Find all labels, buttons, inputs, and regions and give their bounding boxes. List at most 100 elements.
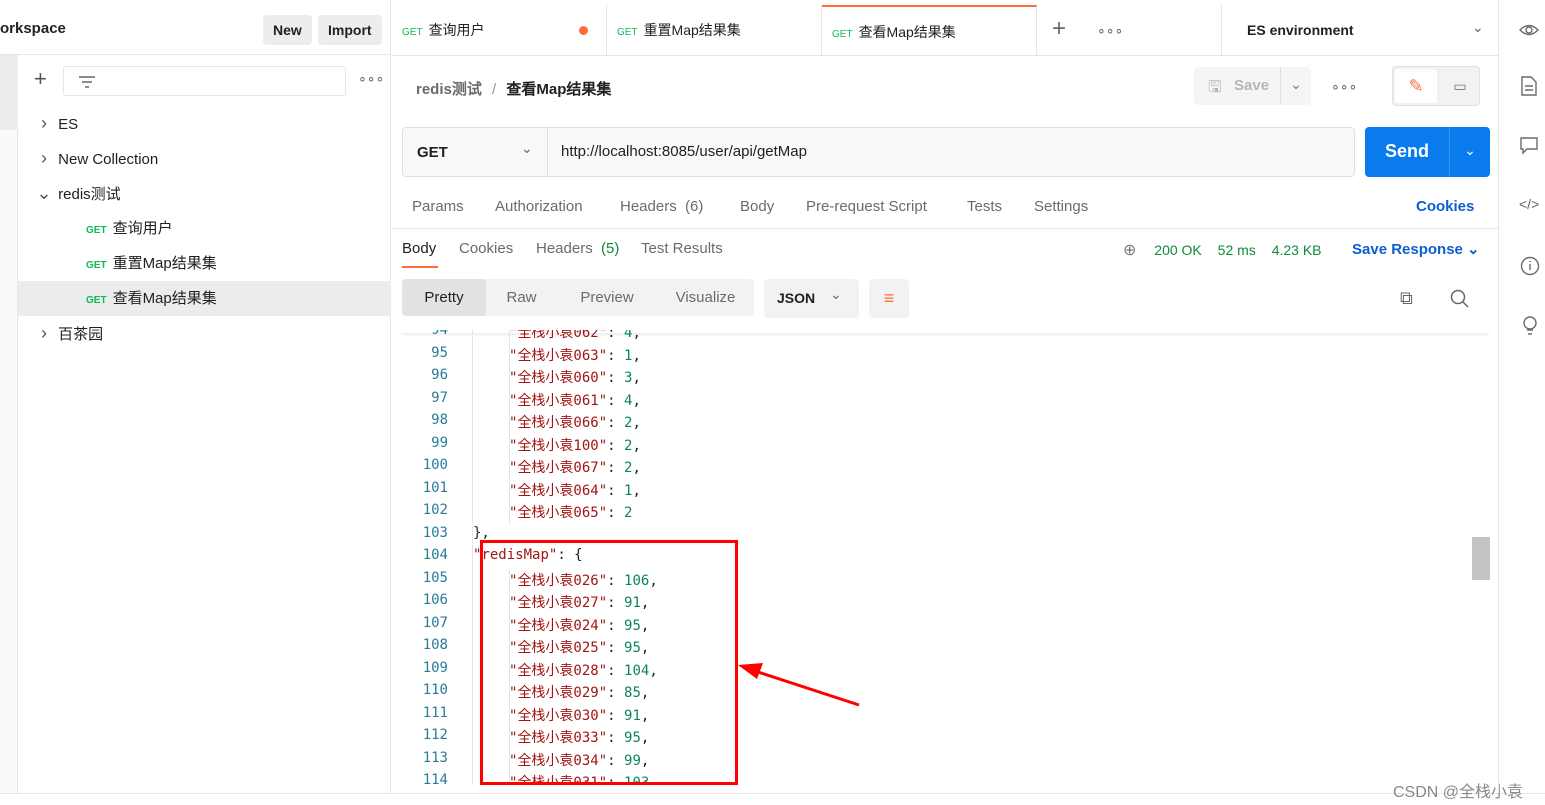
- method-badge: GET: [832, 29, 853, 40]
- indent-guide: [509, 502, 510, 525]
- tab-item[interactable]: GET 查询用户: [392, 5, 607, 56]
- import-button[interactable]: Import: [318, 15, 382, 45]
- sidebar-item[interactable]: › 百茶园: [18, 316, 391, 351]
- document-icon[interactable]: [1521, 76, 1537, 96]
- line-number: 108: [422, 637, 448, 653]
- scrollbar[interactable]: [1472, 330, 1490, 785]
- wrap-lines-icon[interactable]: ≡: [869, 279, 909, 318]
- filter-icon: [79, 76, 95, 88]
- line-number: 100: [422, 457, 448, 473]
- sidebar-item[interactable]: › ES: [18, 106, 391, 141]
- workspace-name[interactable]: orkspace: [0, 20, 66, 37]
- view-preview[interactable]: Preview: [557, 279, 657, 316]
- json-key: 全栈小袁066: [517, 415, 599, 431]
- sidebar-item[interactable]: GET 查询用户: [18, 211, 391, 246]
- tab-pre-request-script[interactable]: Pre-request Script: [806, 198, 927, 215]
- json-key: ": [598, 330, 608, 341]
- save-dropdown-icon[interactable]: ⌄: [1280, 67, 1311, 105]
- sidebar-item[interactable]: GET 查看Map结果集: [18, 281, 391, 316]
- sidebar-item-label: 查询用户: [112, 220, 173, 237]
- highlight-box: [480, 540, 738, 785]
- search-icon[interactable]: [1450, 289, 1470, 309]
- response-time[interactable]: 52 ms: [1218, 242, 1256, 258]
- comment-icon[interactable]: ▭: [1441, 69, 1479, 103]
- json-value: 2: [624, 415, 633, 431]
- tab-more-icon[interactable]: ∘∘∘: [1097, 22, 1123, 39]
- tab-settings[interactable]: Settings: [1034, 198, 1088, 215]
- code-line: "全栈小袁060": 3,: [509, 370, 641, 386]
- add-icon[interactable]: +: [34, 66, 47, 92]
- tab-authorization[interactable]: Authorization: [495, 198, 583, 215]
- response-tab-cookies[interactable]: Cookies: [459, 240, 513, 257]
- request-more-icon[interactable]: ∘∘∘: [1331, 78, 1357, 95]
- method-select[interactable]: GET ⌄: [403, 128, 548, 176]
- line-number: 97: [431, 389, 448, 406]
- send-dropdown-icon[interactable]: ⌄: [1449, 127, 1490, 177]
- method-badge: GET: [86, 295, 107, 306]
- eye-icon[interactable]: [1519, 20, 1539, 40]
- new-tab-icon[interactable]: +: [1052, 15, 1066, 43]
- view-raw[interactable]: Raw: [486, 279, 557, 316]
- line-number: 107: [422, 614, 448, 631]
- tab-tests[interactable]: Tests: [967, 198, 1002, 215]
- response-size[interactable]: 4.23 KB: [1272, 242, 1322, 258]
- chevron-right-icon[interactable]: ›: [34, 106, 54, 141]
- url-input[interactable]: http://localhost:8085/user/api/getMap: [561, 143, 807, 160]
- tab-headers[interactable]: Headers: [620, 198, 677, 215]
- more-icon[interactable]: ∘∘∘: [358, 70, 384, 87]
- view-mode-group: Pretty Raw Preview Visualize: [402, 279, 754, 316]
- edit-icon[interactable]: ✎: [1395, 69, 1437, 103]
- json-value: 3: [624, 370, 633, 386]
- line-number: 102: [422, 502, 448, 518]
- response-tab-test-results[interactable]: Test Results: [641, 240, 723, 257]
- code-icon[interactable]: </>: [1519, 196, 1539, 212]
- method-badge: GET: [402, 27, 423, 38]
- sidebar-item[interactable]: GET 重置Map结果集: [18, 246, 391, 281]
- indent-guide: [509, 479, 510, 503]
- new-button[interactable]: New: [263, 15, 312, 45]
- line-number: 110: [422, 682, 448, 698]
- status-code[interactable]: 200 OK: [1154, 242, 1201, 258]
- code-line: "全栈小袁067": 2,: [509, 460, 641, 476]
- method-badge: GET: [86, 260, 107, 271]
- copy-icon[interactable]: ⧉: [1400, 288, 1413, 309]
- tab-item[interactable]: GET 重置Map结果集: [607, 5, 822, 56]
- format-select[interactable]: JSON ⌄: [764, 279, 859, 318]
- info-icon[interactable]: [1520, 256, 1540, 276]
- chevron-down-icon[interactable]: ⌄: [34, 176, 54, 211]
- tab-body[interactable]: Body: [740, 198, 774, 215]
- annotation-arrow: [738, 663, 860, 707]
- line-number: 104: [422, 547, 448, 563]
- environment-select[interactable]: ES environment ⌄: [1221, 5, 1498, 56]
- response-tab-body[interactable]: Body: [402, 240, 436, 257]
- tab-item[interactable]: GET 查看Map结果集: [822, 5, 1037, 56]
- indent-guide: [509, 389, 510, 413]
- tab-params[interactable]: Params: [412, 198, 464, 215]
- lightbulb-icon[interactable]: [1520, 315, 1540, 337]
- line-number: 98: [431, 412, 448, 428]
- comments-icon[interactable]: [1520, 137, 1538, 155]
- code-line: "全栈小袁100": 2,: [509, 437, 641, 454]
- chevron-right-icon[interactable]: ›: [34, 141, 54, 176]
- response-tab-headers[interactable]: Headers: [536, 240, 593, 257]
- json-value: 1: [624, 482, 633, 499]
- headers-count: (6): [685, 198, 704, 215]
- save-response-button[interactable]: Save Response ⌄: [1352, 240, 1480, 258]
- chevron-right-icon[interactable]: ›: [34, 316, 54, 351]
- breadcrumb-parent[interactable]: redis测试: [416, 81, 482, 98]
- filter-input[interactable]: [63, 66, 346, 96]
- sidebar-item[interactable]: ⌄ redis测试: [18, 176, 391, 211]
- sidebar-item[interactable]: › New Collection: [18, 141, 391, 176]
- view-pretty[interactable]: Pretty: [402, 279, 486, 316]
- json-key: 全栈小袁063: [517, 347, 599, 364]
- send-button[interactable]: Send ⌄: [1365, 127, 1490, 177]
- json-key: 全栈小袁060: [517, 370, 599, 386]
- line-number: 111: [422, 704, 448, 721]
- save-button[interactable]: 🖫 Save ⌄: [1194, 67, 1311, 105]
- url-bar: GET ⌄ http://localhost:8085/user/api/get…: [402, 127, 1355, 177]
- cookies-link[interactable]: Cookies: [1416, 198, 1474, 215]
- save-label: Save: [1234, 77, 1270, 94]
- view-visualize[interactable]: Visualize: [657, 279, 754, 316]
- tab-label: 查询用户: [428, 22, 485, 38]
- sidebar-item-label: 百茶园: [58, 326, 104, 343]
